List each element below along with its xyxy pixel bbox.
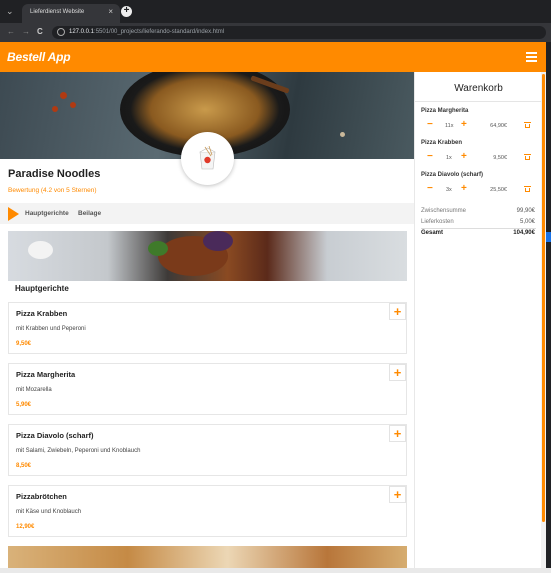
- scrollbar-thumb[interactable]: [542, 74, 545, 522]
- dish-description: mit Käse und Knoblauch: [16, 509, 82, 515]
- dish-name: Pizzabrötchen: [16, 492, 67, 501]
- restaurant-main: Paradise Noodles Bewertung (4.2 von 5 St…: [0, 72, 414, 568]
- dish-price: 5,90€: [16, 402, 32, 408]
- url-host: 127.0.0.1: [69, 29, 95, 35]
- dish-price: 9,50€: [16, 341, 32, 347]
- total-label: Gesamt: [421, 230, 444, 236]
- add-to-cart-button[interactable]: +: [389, 486, 406, 503]
- section-title: Hauptgerichte: [15, 284, 69, 293]
- app-logo[interactable]: Bestell App: [7, 50, 71, 64]
- dish-price: 8,50€: [16, 463, 32, 469]
- subtotal-label: Zwischensumme: [421, 208, 467, 214]
- cart-item-price: 64,90€: [490, 123, 507, 129]
- food-image-part: [28, 241, 53, 259]
- site-info-icon[interactable]: [57, 28, 65, 36]
- section-image-bottom: [8, 546, 407, 568]
- category-nav: Hauptgerichte Beilage: [0, 203, 414, 224]
- cart-panel: Warenkorb Pizza Margherita − 11x + 64,90…: [414, 72, 542, 568]
- tab-close-icon[interactable]: ×: [108, 7, 113, 16]
- tab-title: Lieferdienst Website: [30, 9, 85, 15]
- cart-item-quantity: 1x: [446, 155, 452, 161]
- url-text: 127.0.0.1:5501/00_projects/lieferando-st…: [69, 29, 224, 35]
- cart-item-name: Pizza Krabben: [421, 140, 463, 146]
- window-bottom-edge: [0, 568, 551, 573]
- add-to-cart-button[interactable]: +: [389, 364, 406, 381]
- cart-item-price: 25,50€: [490, 187, 507, 193]
- dish-price: 12,90€: [16, 524, 35, 530]
- category-link-beilage[interactable]: Beilage: [78, 210, 101, 217]
- browser-toolbar: ← → C 127.0.0.1:5501/00_projects/liefera…: [0, 23, 551, 42]
- increase-quantity-button[interactable]: +: [461, 151, 467, 162]
- cart-item-price: 9,50€: [493, 155, 507, 161]
- decrease-quantity-button[interactable]: −: [427, 119, 433, 130]
- back-icon[interactable]: ←: [7, 27, 15, 36]
- app-header: Bestell App: [0, 42, 551, 72]
- dish-name: Pizza Krabben: [16, 309, 68, 318]
- window-edge: [546, 42, 551, 568]
- reload-icon[interactable]: C: [37, 27, 43, 36]
- dish-card: Pizzabrötchen mit Käse und Knoblauch 12,…: [8, 485, 407, 537]
- delivery-label: Lieferkosten: [421, 219, 454, 225]
- berry-decoration: [70, 102, 76, 108]
- add-to-cart-button[interactable]: +: [389, 425, 406, 442]
- noodle-box-icon: [199, 146, 216, 170]
- new-tab-button[interactable]: +: [121, 6, 132, 17]
- dish-description: mit Krabben und Peperoni: [16, 326, 86, 332]
- increase-quantity-button[interactable]: +: [461, 183, 467, 194]
- section-image: [8, 231, 407, 281]
- subtotal-value: 99,90€: [516, 208, 535, 214]
- restaurant-logo: [181, 132, 234, 185]
- side-panel-accent: [546, 232, 551, 242]
- trash-icon[interactable]: [524, 186, 531, 192]
- decrease-quantity-button[interactable]: −: [427, 183, 433, 194]
- forward-icon[interactable]: →: [22, 27, 30, 36]
- trash-icon[interactable]: [524, 154, 531, 160]
- delivery-value: 5,00€: [519, 219, 535, 225]
- dish-description: mit Mozarella: [16, 387, 52, 393]
- cart-divider: [415, 101, 542, 102]
- dish-description: mit Salami, Zwiebeln, Peperoni und Knobl…: [16, 448, 141, 454]
- increase-quantity-button[interactable]: +: [461, 119, 467, 130]
- hamburger-icon[interactable]: [526, 52, 537, 62]
- url-path: :5501/00_projects/lieferando-standard/in…: [94, 29, 225, 35]
- garlic-decoration: [340, 132, 345, 137]
- category-arrow-icon: [8, 207, 19, 221]
- total-value: 104,90€: [513, 230, 535, 236]
- trash-icon[interactable]: [524, 122, 531, 128]
- dish-card: Pizza Margherita mit Mozarella 5,90€ +: [8, 363, 407, 415]
- berry-decoration: [52, 106, 58, 112]
- cart-item-quantity: 3x: [446, 187, 452, 193]
- decrease-quantity-button[interactable]: −: [427, 151, 433, 162]
- total-divider: [421, 228, 536, 229]
- dish-name: Pizza Margherita: [16, 370, 76, 379]
- food-image-part: [148, 241, 168, 256]
- food-image-part: [203, 231, 233, 251]
- cart-item-quantity: 11x: [445, 123, 454, 129]
- berry-decoration: [60, 92, 67, 99]
- restaurant-name: Paradise Noodles: [8, 168, 101, 180]
- browser-tab-strip: ⌄ Lieferdienst Website × +: [0, 0, 551, 23]
- category-link-hauptgerichte[interactable]: Hauptgerichte: [25, 210, 69, 217]
- dish-name: Pizza Diavolo (scharf): [16, 431, 94, 440]
- dish-card: Pizza Diavolo (scharf) mit Salami, Zwieb…: [8, 424, 407, 476]
- address-bar[interactable]: 127.0.0.1:5501/00_projects/lieferando-st…: [52, 26, 546, 39]
- browser-tab[interactable]: Lieferdienst Website ×: [22, 4, 120, 23]
- dish-card: Pizza Krabben mit Krabben und Peperoni 9…: [8, 302, 407, 354]
- tab-search-icon[interactable]: ⌄: [6, 6, 16, 16]
- cart-item-name: Pizza Diavolo (scharf): [421, 172, 484, 178]
- cart-title: Warenkorb: [454, 83, 503, 94]
- cart-item-name: Pizza Margherita: [421, 108, 469, 114]
- restaurant-rating: Bewertung (4.2 von 5 Sternen): [8, 187, 97, 194]
- add-to-cart-button[interactable]: +: [389, 303, 406, 320]
